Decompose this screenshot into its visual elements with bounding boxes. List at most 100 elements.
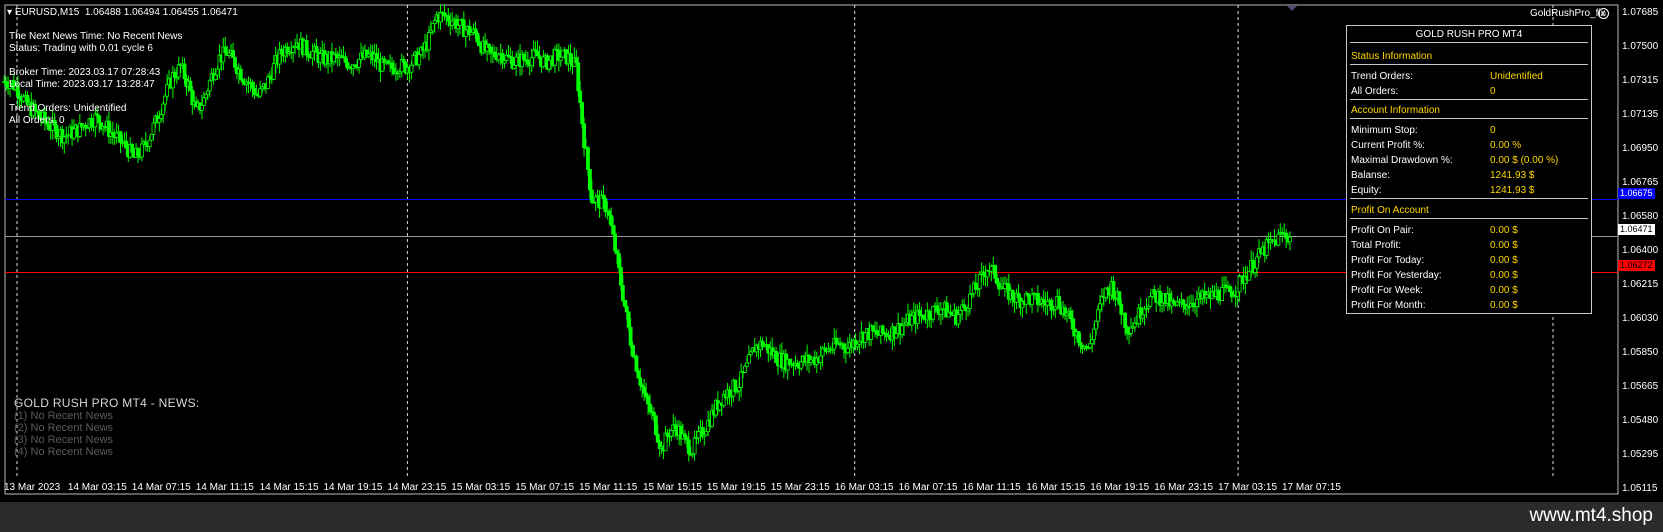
candle-body — [620, 284, 625, 301]
shift-marker-icon[interactable] — [1287, 6, 1297, 11]
candle-body — [279, 48, 284, 55]
time-axis-label: 15 Mar 19:15 — [706, 482, 766, 493]
candle-body — [630, 344, 635, 357]
candle-body — [558, 56, 563, 61]
candle-body — [456, 25, 460, 29]
candle-body — [931, 305, 936, 320]
minimum-stop-label: Minimum Stop: — [1351, 125, 1418, 136]
price-axis-label: 1.07500 — [1622, 41, 1659, 52]
candle-body — [622, 300, 627, 307]
footer-bar: www.mt4.shop — [0, 502, 1663, 532]
candle-body — [733, 379, 738, 393]
candle-body — [603, 198, 608, 212]
candle-body — [1090, 339, 1095, 345]
price-axis-label: 1.07315 — [1622, 75, 1659, 86]
equity-label: Equity: — [1351, 185, 1382, 196]
candle-body — [1076, 331, 1081, 343]
candle-body — [981, 271, 986, 276]
candle-body — [939, 309, 943, 315]
candle-body — [314, 45, 319, 53]
candle-body — [1070, 318, 1075, 330]
time-axis-label: 14 Mar 15:15 — [259, 482, 319, 493]
total-profit-label: Total Profit: — [1351, 240, 1402, 251]
current-price-tag: 1.06471 — [1618, 224, 1655, 235]
candle-body — [200, 104, 204, 111]
candle-body — [568, 52, 573, 63]
candle-body — [845, 347, 850, 354]
candle-body — [737, 386, 742, 392]
candle-body — [900, 325, 905, 335]
candle-body — [271, 63, 276, 80]
time-axis-label: 16 Mar 19:15 — [1090, 482, 1150, 493]
candle-body — [427, 32, 431, 51]
info-all-orders: All Orders: 0 — [9, 115, 65, 126]
candle-body — [411, 54, 416, 66]
candle-body — [619, 267, 623, 286]
candle-body — [1235, 291, 1240, 297]
ea-info-panel: GOLD RUSH PRO MT4 Status Information Tre… — [1346, 25, 1592, 314]
candle-body — [62, 136, 67, 144]
minimum-stop-value: 0 — [1490, 125, 1496, 136]
candle-body — [182, 63, 187, 80]
smiley-icon[interactable]: ☺ — [1598, 8, 1609, 19]
price-axis-label: 1.06950 — [1622, 143, 1659, 154]
info-news-time: The Next News Time: No Recent News — [9, 31, 183, 42]
candle-body — [89, 118, 94, 127]
candle-body — [157, 118, 162, 123]
candle-body — [535, 51, 540, 57]
price-axis-label: 1.05480 — [1622, 415, 1659, 426]
candle-body — [223, 46, 228, 53]
candle-body — [1094, 320, 1098, 330]
candle-body — [1119, 303, 1124, 315]
candle-body — [956, 314, 961, 325]
balance-label: Balanse: — [1351, 170, 1390, 181]
candle-body — [1204, 294, 1209, 299]
candle-body — [704, 431, 709, 436]
candle-body — [525, 59, 530, 65]
candle-body — [1041, 298, 1046, 303]
time-axis-label: 14 Mar 03:15 — [67, 482, 127, 493]
divider — [1350, 99, 1588, 100]
candle-body — [626, 311, 631, 328]
candle-body — [72, 128, 76, 139]
dropdown-triangle-icon[interactable]: ▾ — [7, 7, 12, 18]
candle-body — [795, 362, 800, 367]
price-axis-label: 1.07135 — [1622, 109, 1659, 120]
time-axis-label: 17 Mar 03:15 — [1218, 482, 1278, 493]
candle-body — [401, 59, 406, 63]
candle-body — [238, 68, 243, 80]
candle-series — [2, 4, 1292, 462]
trend-orders-value: Unidentified — [1490, 71, 1543, 82]
candle-body — [1152, 289, 1157, 295]
candle-body — [636, 370, 641, 379]
candle-body — [684, 436, 689, 441]
account-information-header: Account Information — [1351, 105, 1440, 116]
ohlc-label: 1.06488 1.06494 1.06455 1.06471 — [84, 7, 238, 18]
period-separators — [16, 5, 1554, 478]
red-line-price-tag: 1.06272 — [1618, 260, 1655, 271]
time-axis-label: 16 Mar 15:15 — [1026, 482, 1086, 493]
time-axis-label: 13 Mar 2023 — [4, 482, 61, 493]
candle-body — [748, 351, 753, 356]
candle-body — [634, 355, 639, 372]
candle-body — [446, 15, 451, 22]
candle-body — [417, 54, 422, 66]
candle-body — [1123, 312, 1128, 328]
candle-body — [743, 365, 747, 373]
candle-body — [1125, 327, 1129, 334]
candle-body — [1288, 236, 1292, 243]
candle-body — [1068, 310, 1073, 320]
candle-body — [1181, 299, 1186, 305]
candle-body — [1045, 301, 1050, 306]
candle-body — [574, 57, 579, 64]
candle-body — [541, 56, 546, 67]
candle-body — [529, 57, 534, 67]
candle-body — [1049, 299, 1054, 311]
ea-name-label: GoldRushPro_fix — [1530, 8, 1606, 19]
candle-body — [1247, 271, 1252, 281]
candle-body — [745, 362, 749, 367]
time-axis-label: 14 Mar 19:15 — [323, 482, 383, 493]
candle-body — [118, 131, 123, 143]
candle-body — [176, 64, 181, 78]
panel-title: GOLD RUSH PRO MT4 — [1415, 29, 1523, 40]
